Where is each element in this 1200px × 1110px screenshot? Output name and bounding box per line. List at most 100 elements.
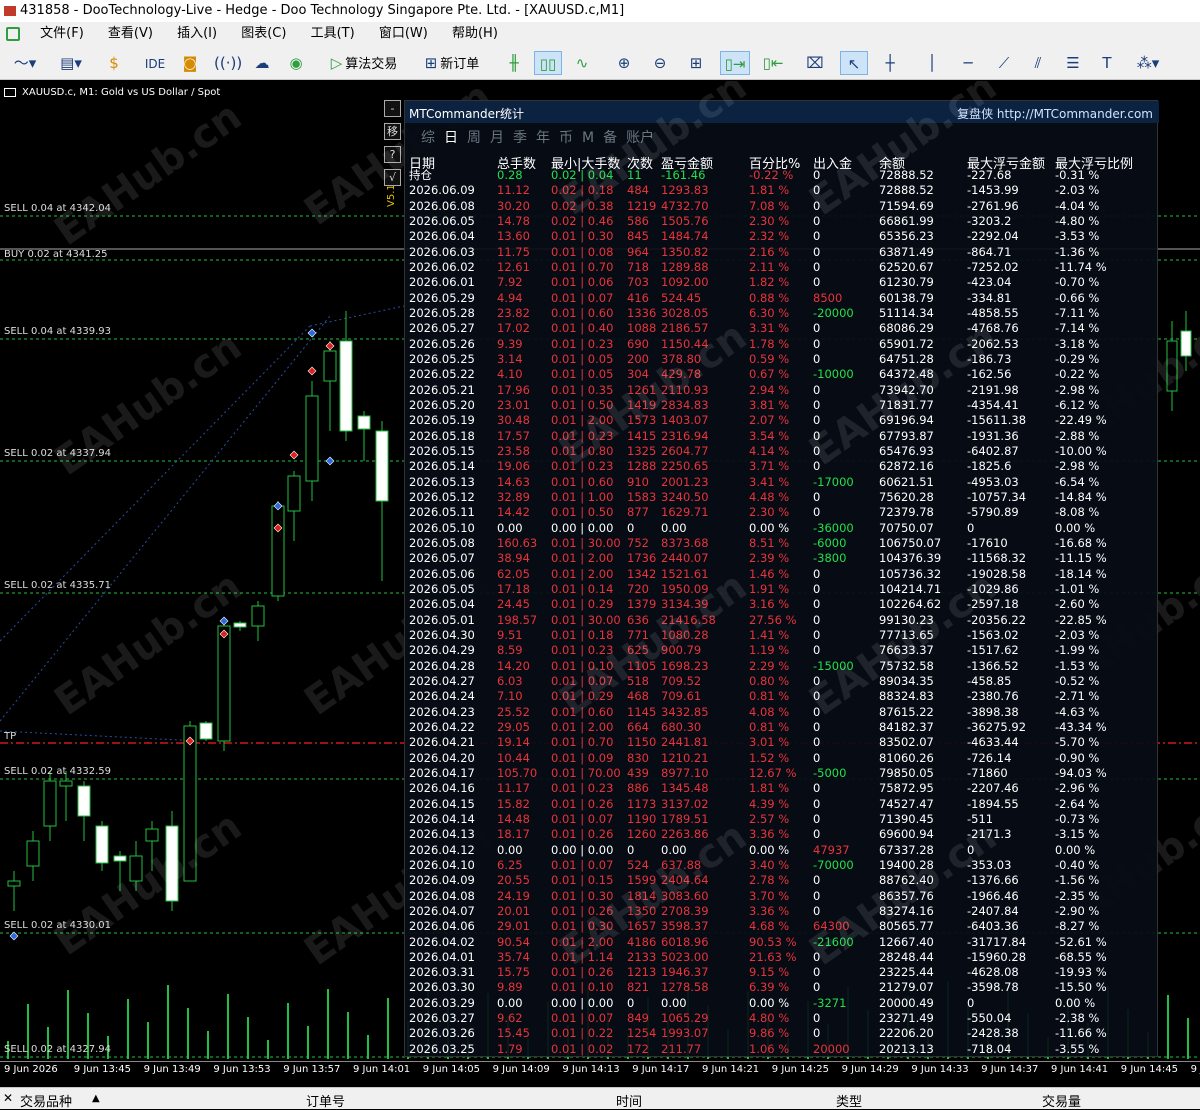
tab-4[interactable]: 季	[513, 130, 527, 146]
table-row: 2026.05.18 17.57 0.01 | 0.23 1415 2316.94 3.5…	[409, 429, 1149, 444]
time-axis: 9 Jun 2026 9 Jun 13:45 9 Jun 13:49 9 Jun 13…	[0, 1061, 1200, 1078]
bar-chart-icon[interactable]: ╫	[502, 51, 526, 75]
market-watch-icon[interactable]: $	[104, 51, 124, 75]
menu-help[interactable]: 帮助(H)	[442, 22, 508, 46]
algo-trading-button[interactable]: ▷ 算法交易	[320, 51, 408, 75]
table-cell: 416	[627, 290, 649, 305]
table-cell: 68086.29	[879, 321, 934, 336]
table-cell: 2026.04.10	[409, 857, 475, 872]
tab-8[interactable]: 备	[603, 130, 617, 146]
cloud-icon[interactable]: ☁	[250, 51, 274, 75]
table-row: 2026.04.21 19.14 0.01 | 0.70 1150 2441.81 3.0…	[409, 735, 1149, 750]
table-cell: 0	[813, 321, 821, 336]
screenshot-icon[interactable]: ⌧	[802, 51, 828, 75]
table-cell: 0	[813, 183, 821, 198]
close-icon[interactable]: ✕	[3, 1091, 13, 1105]
table-cell: -10000	[813, 367, 854, 382]
table-cell: 0.59 %	[749, 351, 790, 366]
signal-icon[interactable]: ((·))	[214, 51, 242, 75]
crosshair-icon[interactable]: ┼	[876, 51, 904, 75]
col-symbol[interactable]: 交易品种	[20, 1091, 72, 1110]
fibonacci-icon[interactable]: ☰	[1060, 51, 1086, 75]
cursor-icon[interactable]: ↖	[840, 51, 868, 75]
move-panel-button[interactable]: 移	[384, 123, 401, 140]
table-cell: 77713.65	[879, 627, 934, 642]
text-icon[interactable]: T	[1094, 51, 1120, 75]
table-cell: 0.01 | 2.00	[551, 551, 614, 566]
minimize-panel-button[interactable]: -	[384, 100, 401, 117]
table-cell: 27.56 %	[749, 612, 797, 627]
table-cell: 2026.06.01	[409, 275, 475, 290]
menu-insert[interactable]: 插入(I)	[167, 22, 227, 46]
menu-charts[interactable]: 图表(C)	[231, 22, 296, 46]
panel-site-link[interactable]: 复盘侠 http://MTCommander.com	[957, 105, 1153, 122]
lock-icon[interactable]: ◙	[180, 51, 200, 75]
col-order[interactable]: 订单号	[306, 1091, 345, 1110]
table-cell: 2026.04.09	[409, 873, 475, 888]
table-cell: 7.92	[497, 275, 523, 290]
table-cell: -5.70 %	[1055, 735, 1100, 750]
table-cell: 持仓	[409, 168, 432, 182]
table-cell: 0.01 | 0.29	[551, 597, 614, 612]
col-type[interactable]: 类型	[836, 1091, 862, 1110]
help-button[interactable]: ?	[384, 146, 401, 163]
table-cell: 2026.05.13	[409, 474, 475, 489]
table-row: 2026.03.27 9.62 0.01 | 0.07 849 1065.29 4.80 …	[409, 1011, 1149, 1026]
tab-2[interactable]: 周	[467, 130, 481, 146]
grid-icon[interactable]: ⊞	[684, 51, 708, 75]
price-chart[interactable]: XAUUSD.c, M1: Gold vs US Dollar / Spot S…	[0, 81, 1200, 1061]
tab-9[interactable]: 账户	[626, 130, 654, 146]
order-line-label: SELL 0.02 at 4337.94	[4, 448, 112, 459]
table-cell: 1.52 %	[749, 750, 790, 765]
tab-3[interactable]: 月	[490, 130, 504, 146]
table-cell: 2026.04.15	[409, 796, 475, 811]
table-cell: 1.81 %	[749, 183, 790, 198]
tab-0[interactable]: 综	[421, 130, 435, 146]
profiles-button[interactable]: ▤▾	[52, 51, 90, 75]
tab-1[interactable]: 日	[444, 130, 458, 146]
tab-6[interactable]: 币	[559, 130, 573, 146]
table-cell: 0.00 %	[749, 842, 790, 857]
menu-file[interactable]: 文件(F)	[30, 22, 94, 46]
menu-window[interactable]: 窗口(W)	[369, 22, 438, 46]
table-cell: 0	[813, 505, 821, 520]
table-cell: 12.61	[497, 259, 530, 274]
zoom-out-icon[interactable]: ⊖	[648, 51, 672, 75]
menu-tools[interactable]: 工具(T)	[301, 22, 365, 46]
tab-7[interactable]: M	[582, 130, 594, 146]
table-cell: 13.60	[497, 229, 530, 244]
table-cell: 62872.16	[879, 459, 934, 474]
line-chart-icon[interactable]: ∿	[570, 51, 594, 75]
horizontal-line-icon[interactable]: ─	[954, 51, 982, 75]
vertical-line-icon[interactable]: │	[920, 51, 944, 75]
menu-view[interactable]: 查看(V)	[98, 22, 163, 46]
new-order-button[interactable]: ⊞ 新订单	[416, 51, 488, 75]
table-cell: 0.01 | 0.07	[551, 673, 614, 688]
tab-5[interactable]: 年	[536, 130, 550, 146]
new-chart-button[interactable]: 〜▾	[6, 51, 44, 75]
shapes-icon[interactable]: ⁂▾	[1128, 51, 1168, 75]
sort-asc-icon[interactable]: ▲	[92, 1093, 100, 1104]
chart-shift-icon[interactable]: ▯⇤	[758, 51, 788, 75]
trendline-icon[interactable]: ⟋	[990, 51, 1018, 75]
table-cell: 0	[813, 1026, 821, 1041]
table-cell: -11568.32	[967, 551, 1027, 566]
channel-icon[interactable]: ⫽	[1024, 51, 1052, 75]
table-cell: -2407.84	[967, 903, 1019, 918]
ide-button[interactable]: IDE	[140, 51, 170, 75]
table-cell: 3.01 %	[749, 735, 790, 750]
zoom-in-icon[interactable]: ⊕	[612, 51, 636, 75]
table-cell: 0.01 | 0.05	[551, 351, 614, 366]
col-volume[interactable]: 交易量	[1042, 1091, 1081, 1110]
time-tick: 9 Jun 14:17	[632, 1064, 690, 1075]
col-time[interactable]: 时间	[616, 1091, 642, 1110]
candlestick-icon[interactable]: ▯▯	[534, 51, 562, 75]
autoscroll-icon[interactable]: ▯⇥	[720, 51, 750, 75]
check-button[interactable]: √	[384, 169, 401, 186]
table-cell: 0	[813, 673, 821, 688]
vps-icon[interactable]: ◉	[284, 51, 308, 75]
table-cell: 0	[813, 612, 821, 627]
app-logo-icon	[4, 5, 16, 16]
table-cell: 23.01	[497, 397, 530, 412]
table-cell: 0.01 | 0.23	[551, 459, 614, 474]
